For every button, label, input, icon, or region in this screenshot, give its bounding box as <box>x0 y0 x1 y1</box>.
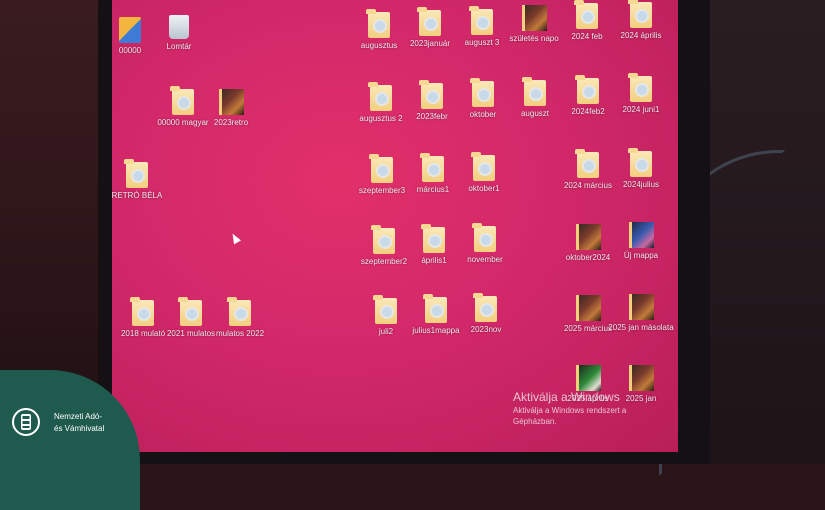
media-folder-icon <box>575 224 601 250</box>
folder-icon <box>628 0 652 28</box>
desktop-icon-2024-juni1[interactable]: 2024 juni1 <box>605 73 677 115</box>
folder-icon <box>628 73 652 102</box>
folder-icon <box>419 80 443 109</box>
folder-icon <box>470 78 494 107</box>
nav-crest-icon <box>12 408 40 436</box>
folder-icon <box>227 297 251 326</box>
folder-icon <box>423 294 447 323</box>
folder-icon <box>417 7 441 36</box>
desktop-icon-retro-bela[interactable]: RETRÓ BÉLA <box>101 159 173 201</box>
folder-icon <box>373 295 397 324</box>
folder-icon <box>522 77 546 106</box>
folder-icon <box>469 6 493 35</box>
nav-organization-name: Nemzeti Adó- és Vámhivatal <box>54 412 105 433</box>
folder-icon <box>575 149 599 178</box>
desktop-icon-recycle-bin[interactable]: Lomtár <box>143 15 215 52</box>
folder-icon <box>124 159 148 188</box>
folder-icon <box>178 297 202 326</box>
desktop-icon-2023retro[interactable]: 2023retro <box>195 89 267 128</box>
folder-icon <box>421 224 445 253</box>
folder-icon <box>371 225 395 254</box>
folder-icon <box>369 154 393 183</box>
folder-icon <box>368 82 392 111</box>
media-folder-icon <box>575 365 601 391</box>
activation-title: Aktiválja a Windows <box>513 390 620 404</box>
folder-icon <box>471 152 495 181</box>
media-folder-icon <box>218 89 244 115</box>
shortcut-icon <box>119 17 141 43</box>
folder-icon <box>130 297 154 326</box>
media-folder-icon <box>628 365 654 391</box>
desktop-icon-2023nov[interactable]: 2023nov <box>450 293 522 335</box>
folder-icon <box>575 75 599 104</box>
recycle-bin-icon <box>169 15 189 39</box>
activation-message: Aktiválja a Windows rendszert a Gépházba… <box>513 406 627 426</box>
folder-icon <box>473 293 497 322</box>
desktop-icon-oktober1[interactable]: oktober1 <box>448 152 520 194</box>
folder-icon <box>472 223 496 252</box>
folder-icon <box>420 153 444 182</box>
folder-icon <box>366 9 390 38</box>
desktop-icon-2025-jan-masolata[interactable]: 2025 jan másolata <box>605 294 677 333</box>
media-folder-icon <box>628 294 654 320</box>
folder-icon <box>170 86 194 115</box>
desktop-icon-2024-aprilis[interactable]: 2024 április <box>605 0 677 41</box>
media-folder-icon <box>628 222 654 248</box>
desktop-icon-uj-mappa[interactable]: Új mappa <box>605 222 677 261</box>
windows-activation-watermark: Aktiválja a Windows Aktiválja a Windows … <box>513 390 663 427</box>
desktop-icon-november[interactable]: november <box>449 223 521 265</box>
media-folder-icon <box>575 295 601 321</box>
desktop-icon-2024julius[interactable]: 2024julius <box>605 148 677 190</box>
desktop-icon-mulatos-2022[interactable]: mulatos 2022 <box>204 297 276 339</box>
folder-icon <box>628 148 652 177</box>
media-folder-icon <box>521 5 547 31</box>
folder-icon <box>574 0 598 29</box>
